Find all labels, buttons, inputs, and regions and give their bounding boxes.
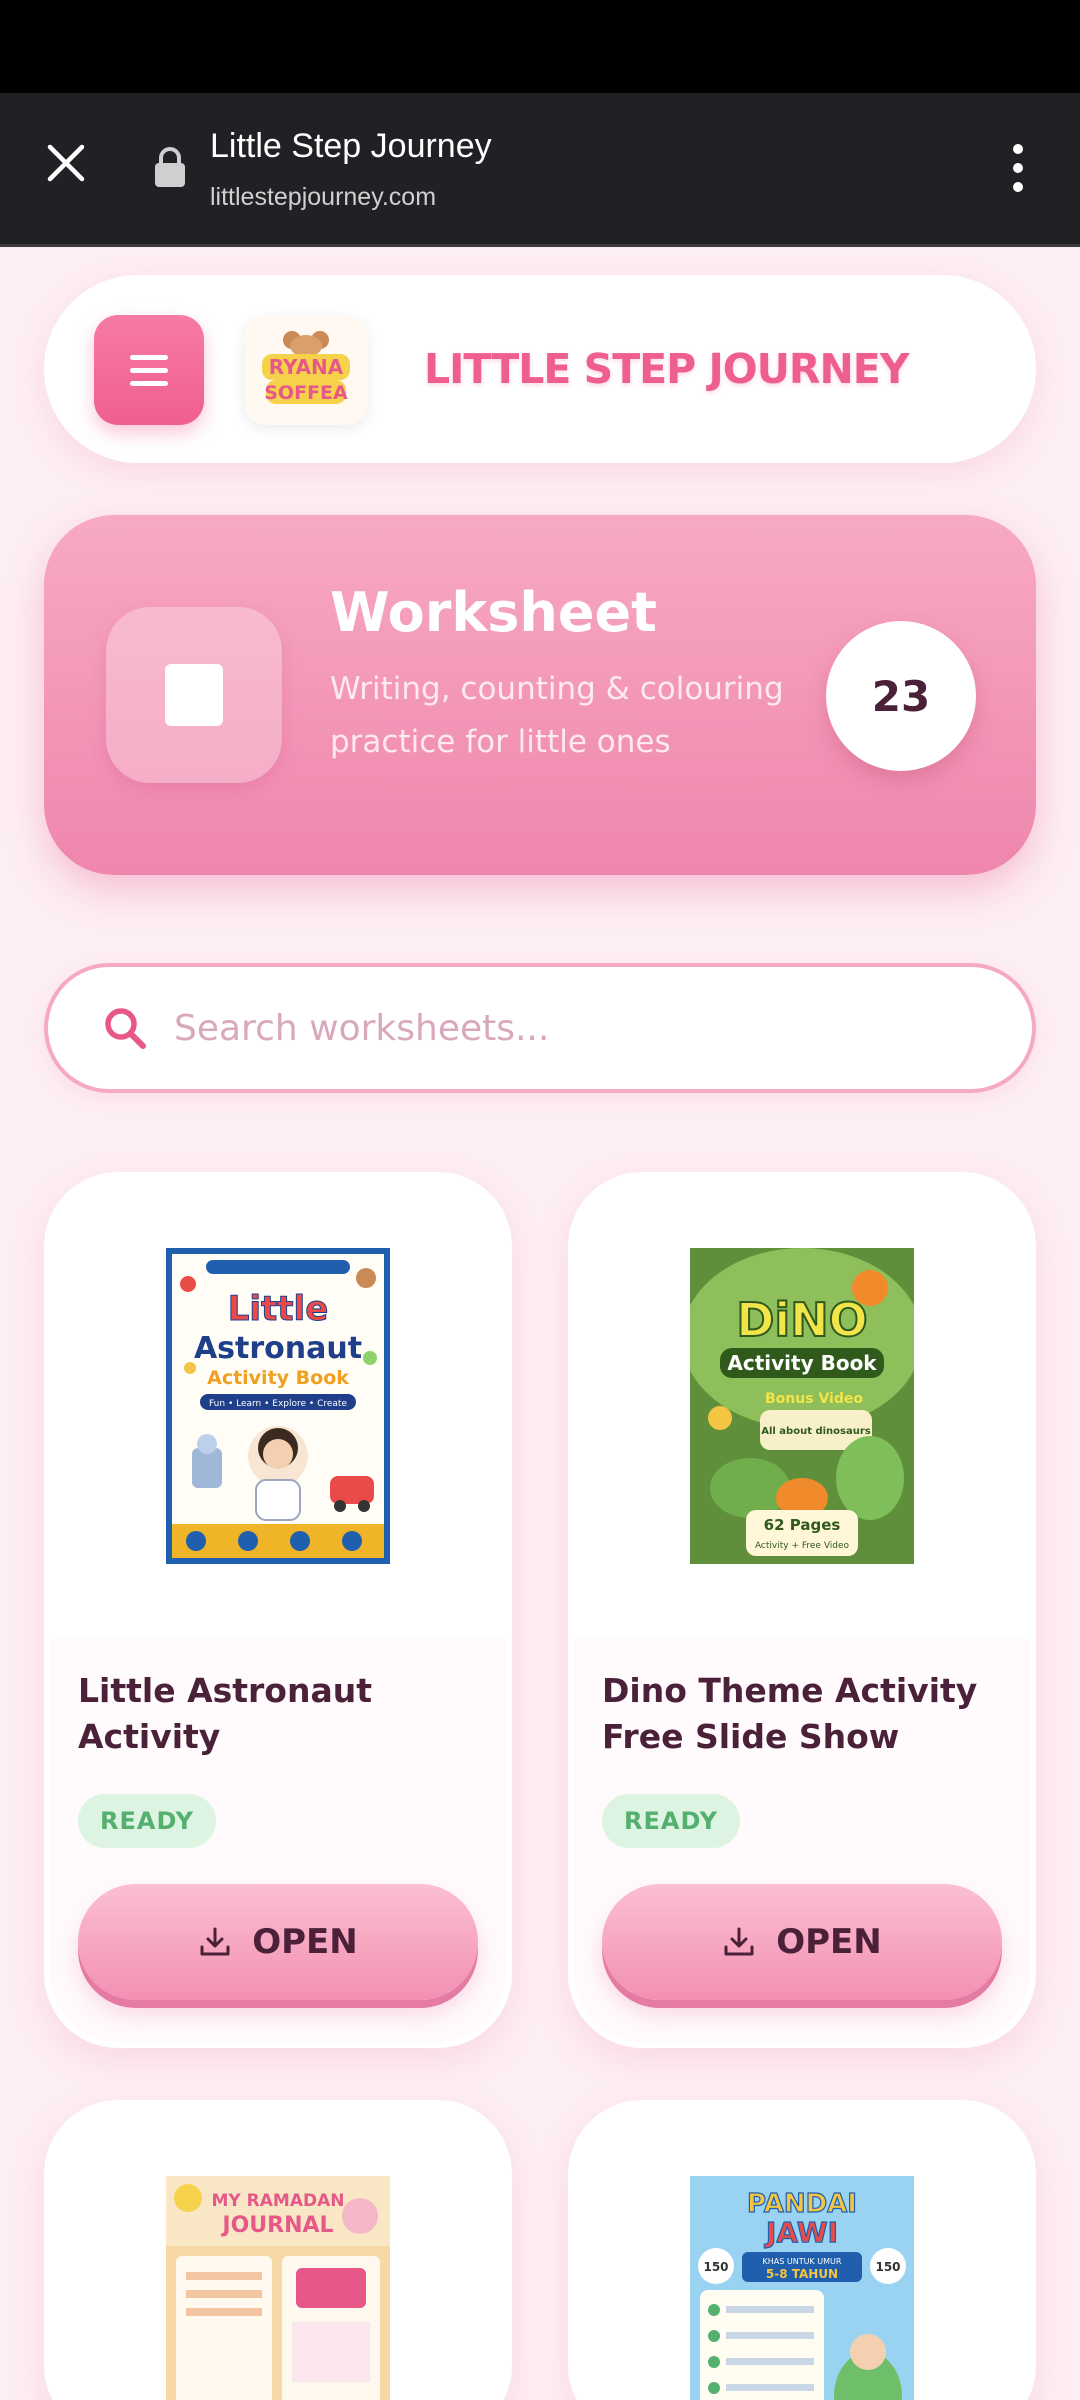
more-options-icon[interactable] xyxy=(1000,133,1036,203)
brand-logo[interactable]: RYANA SOFFEA xyxy=(244,315,368,425)
download-icon xyxy=(200,1927,230,1956)
svg-text:RYANA: RYANA xyxy=(269,355,344,379)
svg-text:Little: Little xyxy=(228,1289,329,1329)
svg-text:150: 150 xyxy=(875,2260,900,2274)
svg-text:Astronaut: Astronaut xyxy=(194,1331,362,1366)
worksheet-card[interactable]: DiNO Activity Book Bonus Video All about… xyxy=(568,1172,1036,2048)
svg-text:150: 150 xyxy=(703,2260,728,2274)
hamburger-menu-button[interactable] xyxy=(94,315,204,425)
search-input[interactable] xyxy=(174,997,974,1059)
search-icon xyxy=(102,1005,148,1051)
site-header: RYANA SOFFEA LITTLE STEP JOURNEY xyxy=(44,275,1036,463)
open-button-label: OPEN xyxy=(776,1922,882,1962)
open-button[interactable]: OPEN xyxy=(78,1884,478,2000)
svg-text:DiNO: DiNO xyxy=(736,1293,868,1347)
svg-text:Bonus Video: Bonus Video xyxy=(765,1391,863,1407)
category-subtitle: Writing, counting & colouring practice f… xyxy=(330,671,784,760)
category-hero-card: Worksheet Writing, counting & colouring … xyxy=(44,515,1036,875)
open-button[interactable]: OPEN xyxy=(602,1884,1002,2000)
worksheet-cover-image[interactable]: DiNO Activity Book Bonus Video All about… xyxy=(690,1248,914,1564)
open-button-label: OPEN xyxy=(252,1922,358,1962)
svg-text:KHAS UNTUK UMUR: KHAS UNTUK UMUR xyxy=(763,2257,842,2266)
download-icon xyxy=(724,1927,754,1956)
svg-text:Activity + Free Video: Activity + Free Video xyxy=(755,1541,850,1551)
browser-toolbar: Little Step Journey littlestepjourney.co… xyxy=(0,93,1080,247)
svg-text:Fun • Learn • Explore • Create: Fun • Learn • Explore • Create xyxy=(209,1399,347,1409)
lock-icon xyxy=(152,145,188,189)
close-icon[interactable] xyxy=(36,133,96,193)
svg-text:JOURNAL: JOURNAL xyxy=(220,2213,333,2238)
worksheet-card[interactable]: MY RAMADAN JOURNAL xyxy=(44,2100,512,2400)
svg-text:All about dinosaurs: All about dinosaurs xyxy=(761,1426,871,1437)
svg-text:JAWI: JAWI xyxy=(764,2216,838,2249)
svg-text:Activity Book: Activity Book xyxy=(727,1351,877,1375)
worksheet-cover-image[interactable]: PANDAI JAWI 150 150 KHAS UNTUK UMUR 5-8 … xyxy=(690,2176,914,2400)
worksheet-count-badge: 23 xyxy=(826,621,976,771)
svg-text:5-8 TAHUN: 5-8 TAHUN xyxy=(766,2267,838,2281)
search-bar[interactable] xyxy=(44,963,1036,1093)
status-bar xyxy=(0,0,1080,93)
svg-text:SOFFEA: SOFFEA xyxy=(264,382,348,404)
browser-url[interactable]: littlestepjourney.com xyxy=(210,183,436,212)
worksheet-cover-image[interactable]: Little Astronaut Activity Book Fun • Lea… xyxy=(166,1248,390,1564)
browser-page-title[interactable]: Little Step Journey xyxy=(210,127,492,166)
brand-name[interactable]: LITTLE STEP JOURNEY xyxy=(424,345,909,393)
status-badge: READY xyxy=(78,1794,217,1848)
worksheet-title: Dino Theme Activity Free Slide Show xyxy=(602,1671,978,1756)
worksheet-cover-image[interactable]: MY RAMADAN JOURNAL xyxy=(166,2176,390,2400)
svg-text:MY RAMADAN: MY RAMADAN xyxy=(212,2191,345,2211)
svg-text:PANDAI: PANDAI xyxy=(747,2189,857,2219)
worksheet-card[interactable]: Little Astronaut Activity Book Fun • Lea… xyxy=(44,1172,512,2048)
status-badge: READY xyxy=(602,1794,741,1848)
worksheet-title: Little Astronaut Activity xyxy=(78,1671,373,1756)
svg-text:Activity Book: Activity Book xyxy=(207,1367,349,1389)
worksheet-card[interactable]: PANDAI JAWI 150 150 KHAS UNTUK UMUR 5-8 … xyxy=(568,2100,1036,2400)
svg-text:62 Pages: 62 Pages xyxy=(764,1516,841,1534)
worksheet-icon xyxy=(106,607,282,783)
category-title: Worksheet xyxy=(330,581,657,644)
